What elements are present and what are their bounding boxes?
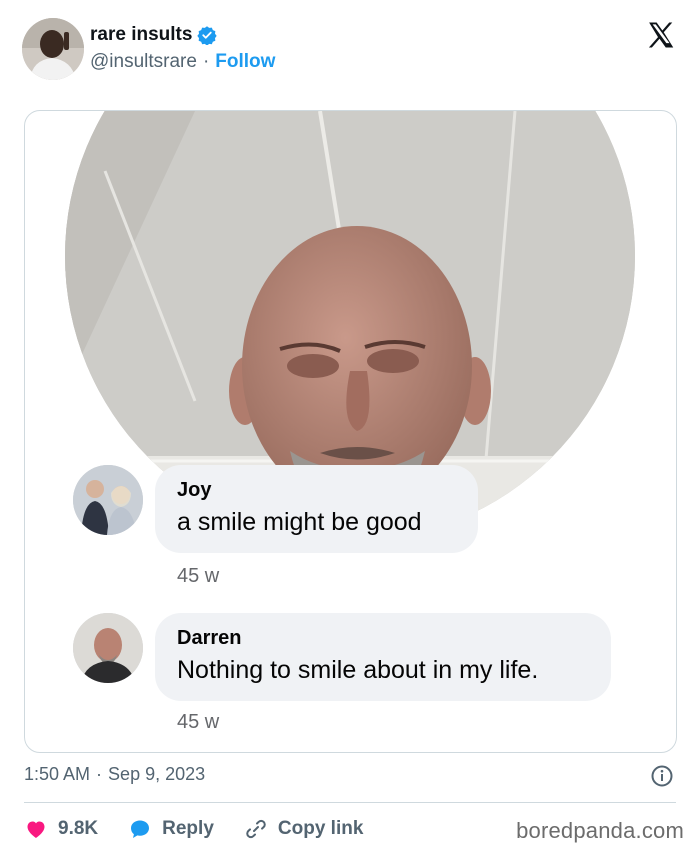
comment-text: a smile might be good (177, 508, 422, 536)
like-count: 9.8K (58, 818, 99, 839)
like-button[interactable]: 9.8K (24, 817, 98, 841)
comment-timestamp[interactable]: 45 w (177, 565, 219, 588)
post-media[interactable]: Joy a smile might be good 45 w Darren No… (24, 110, 677, 753)
commenter-avatar-joy[interactable] (73, 465, 143, 535)
comment-timestamp[interactable]: 45 w (177, 711, 219, 734)
action-bar: 9.8K Reply Copy link (24, 814, 393, 844)
comment-author-name[interactable]: Darren (177, 627, 589, 650)
handle-separator: · (202, 51, 210, 72)
x-logo-icon[interactable] (646, 20, 676, 50)
copy-link-label: Copy link (277, 818, 364, 839)
heart-icon (27, 821, 45, 838)
post-time[interactable]: 1:50 AM (24, 764, 90, 785)
post-date[interactable]: Sep 9, 2023 (108, 764, 205, 785)
link-icon (246, 819, 266, 839)
info-icon[interactable] (650, 764, 674, 788)
author-display-name[interactable]: rare insults (90, 24, 192, 46)
author-handle[interactable]: @insultsrare (90, 51, 197, 73)
post-timestamp[interactable]: 1:50 AM · Sep 9, 2023 (24, 764, 205, 785)
verified-badge-icon (197, 25, 218, 46)
divider (24, 802, 676, 803)
reply-button[interactable]: Reply (128, 817, 214, 841)
reply-bubble-icon (131, 820, 150, 838)
copy-link-button[interactable]: Copy link (244, 817, 364, 841)
author-avatar[interactable] (22, 18, 84, 80)
comment-bubble-darren: Darren Nothing to smile about in my life… (155, 613, 611, 701)
commenter-avatar-darren[interactable] (73, 613, 143, 683)
comment-bubble-joy: Joy a smile might be good (155, 465, 478, 553)
comment-author-name[interactable]: Joy (177, 479, 456, 502)
watermark: boredpanda.com (516, 818, 684, 843)
meta-separator: · (96, 764, 103, 784)
comment-text: Nothing to smile about in my life. (177, 656, 539, 684)
reply-label: Reply (162, 818, 214, 839)
follow-button[interactable]: Follow (215, 51, 275, 73)
tweet-header: rare insults @insultsrare · Follow (22, 18, 682, 80)
